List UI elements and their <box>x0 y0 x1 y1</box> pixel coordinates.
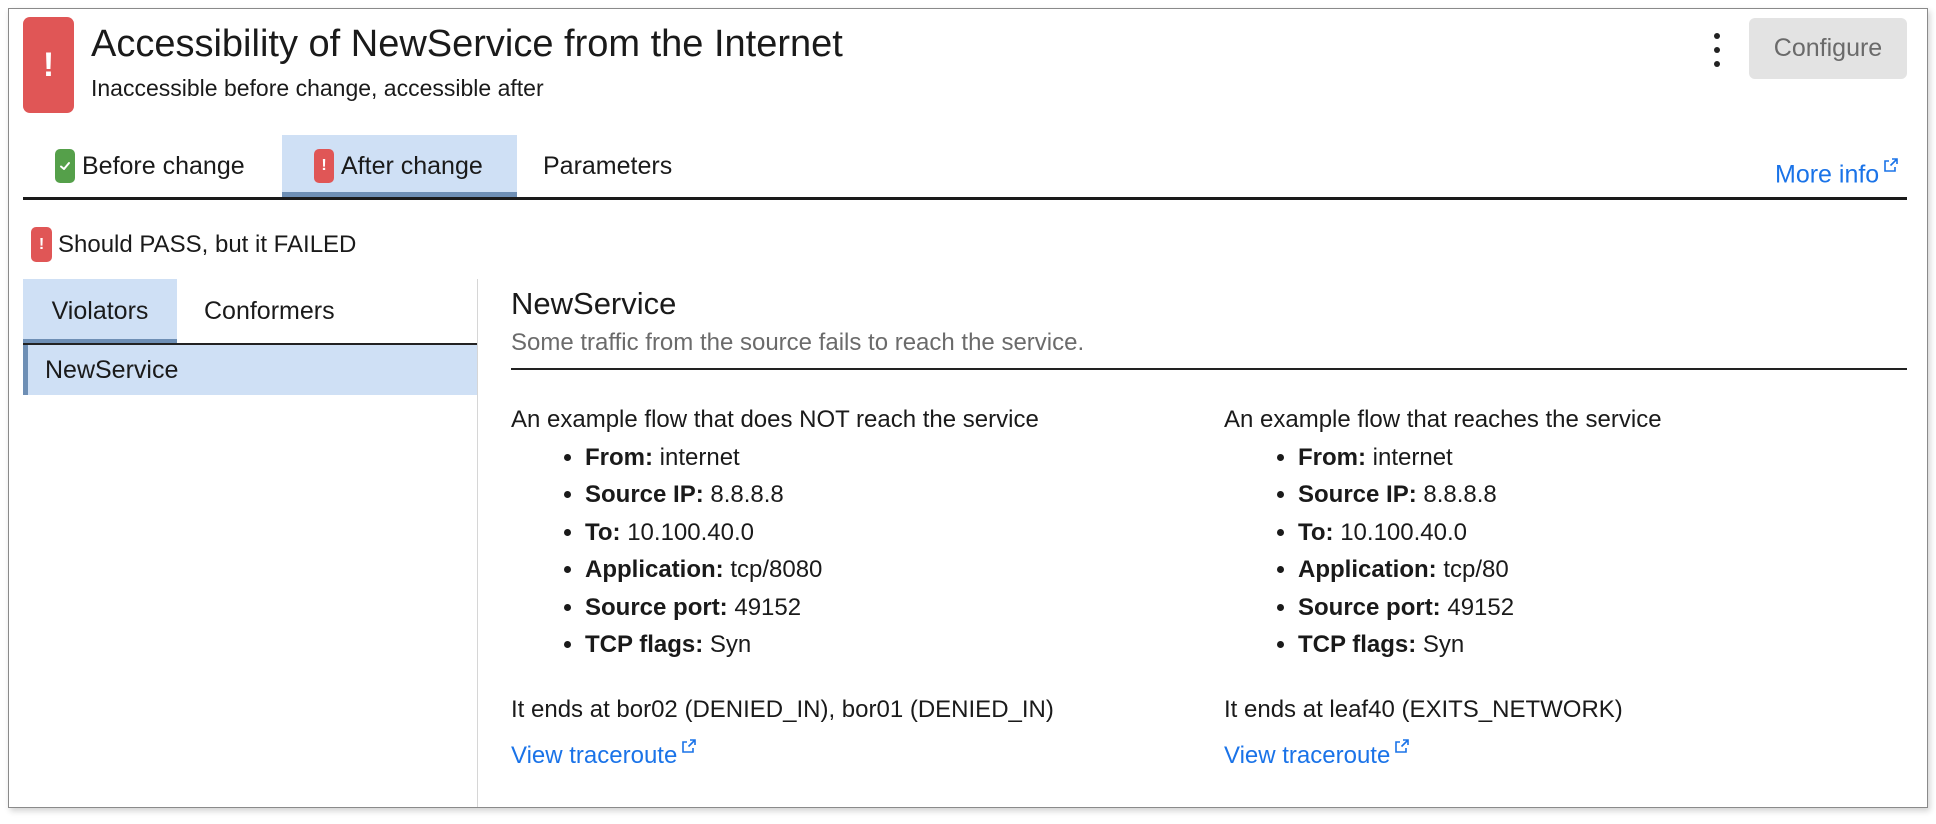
list-item: TCP flags: Syn <box>585 626 1201 664</box>
exclamation-icon: ! <box>314 149 334 183</box>
detail-description: Some traffic from the source fails to re… <box>511 329 1085 356</box>
status-text: Should PASS, but it FAILED <box>58 230 357 258</box>
tabs-divider <box>23 197 1907 200</box>
exclamation-icon: ! <box>31 227 52 262</box>
flow-end-text: It ends at leaf40 (EXITS_NETWORK) <box>1224 695 1623 723</box>
link-label: View traceroute <box>511 742 678 769</box>
list-item: To: 10.100.40.0 <box>1298 514 1904 552</box>
detail-divider <box>511 368 1907 370</box>
more-info-label: More info <box>1775 160 1880 189</box>
tab-label: After change <box>341 151 483 180</box>
check-panel: ! Accessibility of NewService from the I… <box>8 8 1928 808</box>
list-item: To: 10.100.40.0 <box>585 514 1201 552</box>
list-item: Source port: 49152 <box>585 589 1201 627</box>
list-item: Source IP: 8.8.8.8 <box>1298 476 1904 514</box>
passing-flow: An example flow that reaches the service… <box>1224 401 1904 775</box>
list-item: From: internet <box>585 439 1201 477</box>
list-item: Application: tcp/80 <box>1298 551 1904 589</box>
result-tabs: Violators Conformers <box>23 279 477 343</box>
tab-conformers[interactable]: Conformers <box>177 279 335 343</box>
page-subtitle: Inaccessible before change, accessible a… <box>91 75 544 101</box>
failing-flow: An example flow that does NOT reach the … <box>511 401 1201 775</box>
view-traceroute-link[interactable]: View traceroute <box>511 739 697 769</box>
list-item: From: internet <box>1298 439 1904 477</box>
external-link-icon <box>1394 728 1410 766</box>
external-link-icon <box>681 728 697 766</box>
pane-divider <box>477 279 478 807</box>
link-label: View traceroute <box>1224 742 1391 769</box>
exclamation-icon: ! <box>42 45 55 84</box>
flow-end-text: It ends at bor02 (DENIED_IN), bor01 (DEN… <box>511 695 1054 723</box>
result-status: ! Should PASS, but it FAILED <box>31 227 356 262</box>
more-options-icon[interactable] <box>1706 29 1728 71</box>
list-item: Source port: 49152 <box>1298 589 1904 627</box>
tab-parameters[interactable]: Parameters <box>517 135 717 197</box>
flow-fields: From: internet Source IP: 8.8.8.8 To: 10… <box>585 439 1201 664</box>
tab-after-change[interactable]: ! After change <box>282 135 517 197</box>
list-item: Application: tcp/8080 <box>585 551 1201 589</box>
configure-button[interactable]: Configure <box>1749 18 1907 79</box>
error-status-badge: ! <box>23 17 74 113</box>
external-link-icon <box>1883 151 1899 180</box>
list-item: TCP flags: Syn <box>1298 626 1904 664</box>
check-icon <box>55 149 75 183</box>
more-info-link[interactable]: More info <box>1775 151 1899 189</box>
tab-label: Parameters <box>543 151 673 180</box>
tab-violators[interactable]: Violators <box>23 279 177 343</box>
list-item[interactable]: NewService <box>23 345 477 395</box>
tab-label: Before change <box>82 151 245 180</box>
flow-heading: An example flow that reaches the service <box>1224 406 1662 433</box>
flow-heading: An example flow that does NOT reach the … <box>511 406 1039 433</box>
detail-title: NewService <box>511 286 677 321</box>
page-title: Accessibility of NewService from the Int… <box>91 23 843 65</box>
flow-fields: From: internet Source IP: 8.8.8.8 To: 10… <box>1298 439 1904 664</box>
change-tabs: Before change ! After change Parameters <box>23 135 717 197</box>
list-item: Source IP: 8.8.8.8 <box>585 476 1201 514</box>
view-traceroute-link[interactable]: View traceroute <box>1224 739 1410 769</box>
tab-before-change[interactable]: Before change <box>23 135 282 197</box>
